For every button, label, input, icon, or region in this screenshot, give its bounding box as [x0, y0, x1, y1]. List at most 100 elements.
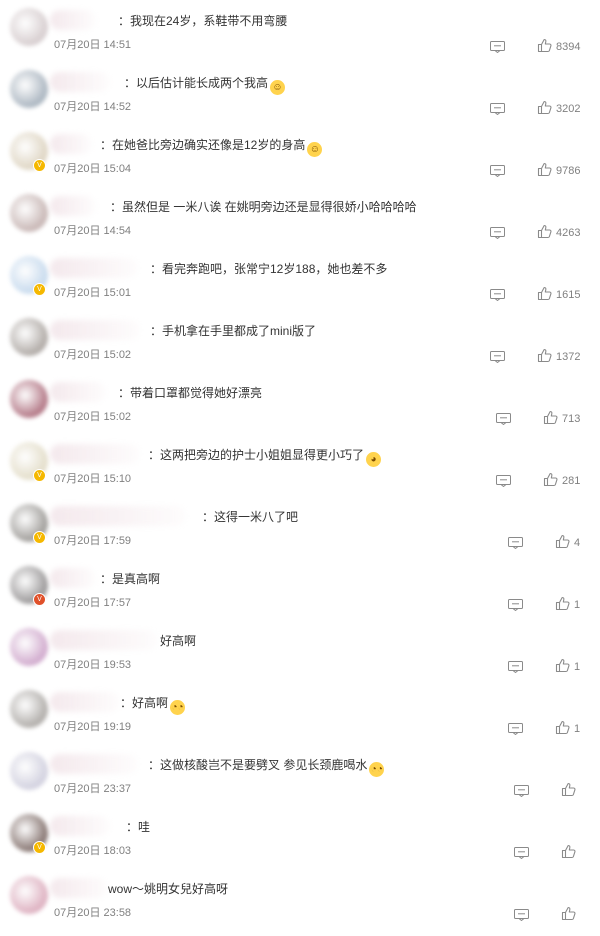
- avatar[interactable]: [10, 194, 48, 232]
- reply-icon[interactable]: [514, 784, 529, 798]
- username-redacted[interactable]: [50, 506, 186, 526]
- avatar[interactable]: [10, 752, 48, 790]
- comment-text: wow～姚明女兒好高呀: [108, 882, 229, 896]
- username-redacted[interactable]: [50, 568, 96, 588]
- username-redacted[interactable]: [50, 196, 96, 216]
- like-count: 1372: [556, 351, 581, 363]
- avatar[interactable]: [10, 380, 48, 418]
- like-button[interactable]: 1: [555, 658, 580, 675]
- thumbs-up-icon: [555, 596, 570, 614]
- comment-item: V ：哇 07月20日 18:03: [0, 812, 600, 874]
- reply-icon[interactable]: [514, 846, 529, 860]
- comment-line: ：手机拿在手里都成了mini版了: [150, 321, 316, 341]
- comment-item: wow～姚明女兒好高呀 07月20日 23:58: [0, 874, 600, 936]
- like-count: 281: [562, 475, 581, 487]
- reply-icon[interactable]: [490, 102, 505, 116]
- verified-badge-icon: V: [33, 469, 46, 482]
- comment-text: ：以后估计能长成两个我高: [124, 76, 269, 90]
- comment-line: ：在她爸比旁边确实还像是12岁的身高 ☺: [100, 135, 323, 157]
- comment-time: 07月20日 15:04: [54, 163, 132, 175]
- comment-text: ：这得一米八了吧: [202, 510, 299, 524]
- thumbs-up-icon: [537, 100, 552, 118]
- like-button[interactable]: 713: [543, 410, 581, 428]
- thumbs-up-icon: [555, 720, 570, 738]
- verified-badge-icon: V: [33, 841, 46, 854]
- comment-item: ：好高啊 ◔◔ 07月20日 19:19 1: [0, 688, 600, 750]
- like-button[interactable]: 4263: [537, 224, 581, 241]
- like-button[interactable]: 281: [543, 472, 581, 489]
- verified-badge-icon: V: [33, 593, 46, 606]
- comment-line: ：虽然但是 一米八诶 在姚明旁边还是显得很娇小哈哈哈哈: [110, 197, 417, 217]
- like-button[interactable]: [561, 844, 580, 862]
- thumbs-up-icon: [561, 844, 576, 862]
- reply-icon[interactable]: [514, 908, 529, 922]
- username-redacted[interactable]: [50, 630, 158, 650]
- comment-time: 07月20日 17:57: [54, 597, 132, 609]
- avatar[interactable]: [10, 876, 48, 914]
- username-redacted[interactable]: [50, 754, 138, 774]
- thumbs-up-icon: [543, 410, 558, 428]
- comment-time: 07月20日 15:02: [54, 411, 132, 423]
- comment-text: ：虽然但是 一米八诶 在姚明旁边还是显得很娇小哈哈哈哈: [110, 200, 417, 214]
- comment-time: 07月20日 14:51: [54, 39, 132, 51]
- reply-icon[interactable]: [496, 474, 511, 488]
- comment-item: V ：是真高啊 07月20日 17:57 1: [0, 564, 600, 626]
- like-count: 713: [562, 413, 581, 425]
- reply-icon[interactable]: [490, 350, 505, 364]
- reply-icon[interactable]: [490, 226, 505, 240]
- comment-line: 好高啊: [160, 631, 196, 651]
- avatar[interactable]: [10, 8, 48, 46]
- username-redacted[interactable]: [50, 878, 108, 898]
- username-redacted[interactable]: [50, 10, 96, 30]
- comment-line: ：这两把旁边的护士小姐姐显得更小巧了 ◕: [148, 445, 382, 467]
- username-redacted[interactable]: [50, 382, 106, 402]
- avatar[interactable]: [10, 318, 48, 356]
- like-count: 3202: [556, 103, 581, 115]
- comment-text: ：带着口罩都觉得她好漂亮: [118, 386, 263, 400]
- comment-time: 07月20日 23:58: [54, 907, 132, 919]
- like-button[interactable]: 1615: [537, 286, 580, 303]
- avatar[interactable]: [10, 628, 48, 666]
- reply-icon[interactable]: [490, 288, 505, 302]
- comment-item: ：以后估计能长成两个我高 ☺ 07月20日 14:52 3202: [0, 68, 600, 130]
- thumbs-up-icon: [537, 162, 552, 180]
- username-redacted[interactable]: [50, 134, 92, 154]
- like-button[interactable]: 9786: [537, 162, 580, 180]
- like-button[interactable]: 1: [555, 596, 580, 614]
- avatar[interactable]: [10, 690, 48, 728]
- like-button[interactable]: 3202: [537, 100, 581, 118]
- comment-time: 07月20日 18:03: [54, 845, 132, 857]
- reply-icon[interactable]: [508, 660, 523, 674]
- username-redacted[interactable]: [50, 72, 110, 92]
- reply-icon[interactable]: [508, 598, 523, 612]
- username-redacted[interactable]: [50, 258, 138, 278]
- like-button[interactable]: 1: [555, 720, 580, 738]
- like-button[interactable]: 1372: [537, 348, 581, 365]
- reply-icon[interactable]: [490, 164, 505, 178]
- like-button[interactable]: 8394: [537, 38, 580, 55]
- username-redacted[interactable]: [50, 320, 140, 340]
- reply-icon[interactable]: [508, 536, 523, 550]
- reply-icon[interactable]: [496, 412, 511, 426]
- like-button[interactable]: [561, 782, 580, 799]
- thumbs-up-icon: [561, 906, 576, 924]
- comment-text: ：这做核酸岂不是要劈叉 参见长颈鹿喝水: [148, 758, 368, 772]
- avatar[interactable]: [10, 70, 48, 108]
- reply-icon[interactable]: [490, 40, 505, 54]
- laugh-cry-emoji: ☺: [270, 80, 286, 95]
- username-redacted[interactable]: [50, 444, 140, 464]
- comment-text: 好高啊: [160, 634, 197, 648]
- username-redacted[interactable]: [50, 816, 110, 836]
- comment-line: ：看完奔跑吧，张常宁12岁188，她也差不多: [150, 259, 387, 279]
- verified-badge-icon: V: [33, 531, 46, 544]
- comment-time: 07月20日 19:53: [54, 659, 132, 671]
- username-redacted[interactable]: [50, 692, 120, 712]
- comment-text: ：是真高啊: [100, 572, 161, 586]
- comment-text: ：哇: [126, 820, 151, 834]
- comment-line: ：以后估计能长成两个我高 ☺: [124, 73, 286, 95]
- reply-icon[interactable]: [508, 722, 523, 736]
- comment-item: V ：这得一米八了吧 07月20日 17:59 4: [0, 502, 600, 564]
- like-button[interactable]: [561, 906, 580, 924]
- like-count: 4263: [556, 227, 581, 239]
- like-button[interactable]: 4: [555, 534, 580, 551]
